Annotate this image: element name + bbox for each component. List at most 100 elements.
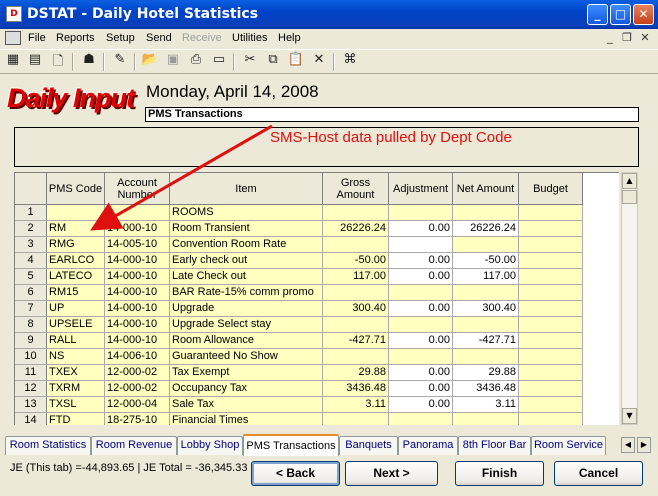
net-amount-cell[interactable]	[453, 349, 519, 365]
account-number-cell[interactable]: 12-000-02	[105, 381, 170, 397]
budget-cell[interactable]	[519, 317, 583, 333]
budget-cell[interactable]	[519, 333, 583, 349]
save-icon[interactable]: ▣	[163, 52, 183, 72]
adjustment-cell[interactable]	[389, 285, 453, 301]
cut-icon[interactable]: ✂	[240, 52, 260, 72]
item-cell[interactable]: Occupancy Tax	[170, 381, 323, 397]
account-number-cell[interactable]: 14-006-10	[105, 349, 170, 365]
adjustment-cell[interactable]: 0.00	[389, 269, 453, 285]
pms-code-cell[interactable]: EARLCO	[47, 253, 105, 269]
item-cell[interactable]: Room Transient	[170, 221, 323, 237]
item-cell[interactable]: Room Allowance	[170, 333, 323, 349]
net-amount-cell[interactable]: 3.11	[453, 397, 519, 413]
pms-code-cell[interactable]: LATECO	[47, 269, 105, 285]
gross-amount-cell[interactable]: 3.11	[323, 397, 389, 413]
document-icon[interactable]	[5, 31, 21, 45]
next-button[interactable]: Next >	[345, 461, 438, 486]
gross-amount-cell[interactable]: -427.71	[323, 333, 389, 349]
item-cell[interactable]: Upgrade	[170, 301, 323, 317]
adjustment-cell[interactable]: 0.00	[389, 397, 453, 413]
adjustment-cell[interactable]	[389, 349, 453, 365]
account-number-cell[interactable]: 12-000-02	[105, 365, 170, 381]
gross-amount-cell[interactable]: 117.00	[323, 269, 389, 285]
table-row[interactable]: 11 TXEX 12-000-02 Tax Exempt 29.88 0.00 29.88	[15, 365, 583, 381]
net-amount-cell[interactable]	[453, 205, 519, 221]
adjustment-cell[interactable]: 0.00	[389, 381, 453, 397]
highlight-icon[interactable]: ▭	[209, 52, 229, 72]
net-amount-cell[interactable]: -427.71	[453, 333, 519, 349]
menu-file[interactable]: File	[28, 32, 46, 44]
open-folder-icon[interactable]: 📂	[140, 52, 160, 72]
net-amount-cell[interactable]	[453, 285, 519, 301]
item-cell[interactable]: Early check out	[170, 253, 323, 269]
gross-amount-cell[interactable]	[323, 413, 389, 425]
pms-code-cell[interactable]: RALL	[47, 333, 105, 349]
scroll-up-icon[interactable]: ▲	[622, 173, 637, 189]
pms-code-cell[interactable]: RM	[47, 221, 105, 237]
table-view-icon[interactable]: ▤	[25, 52, 45, 72]
item-cell[interactable]: Financial Times	[170, 413, 323, 425]
menu-setup[interactable]: Setup	[106, 32, 135, 44]
tab-room-service[interactable]: Room Service	[531, 436, 606, 455]
pms-code-cell[interactable]: FTD	[47, 413, 105, 425]
item-cell[interactable]: BAR Rate-15% comm promo	[170, 285, 323, 301]
adjustment-cell[interactable]	[389, 237, 453, 253]
new-document-icon[interactable]: 🗋	[48, 52, 68, 72]
finish-button[interactable]: Finish	[455, 461, 544, 486]
table-row[interactable]: 8 UPSELE 14-000-10 Upgrade Select stay	[15, 317, 583, 333]
table-row[interactable]: 10 NS 14-006-10 Guaranteed No Show	[15, 349, 583, 365]
item-cell[interactable]: Late Check out	[170, 269, 323, 285]
table-row[interactable]: 12 TXRM 12-000-02 Occupancy Tax 3436.48 0.00 3…	[15, 381, 583, 397]
pms-code-cell[interactable]: TXEX	[47, 365, 105, 381]
hierarchy-icon[interactable]: ⌘	[340, 52, 360, 72]
table-row[interactable]: 2 RM 14-000-10 Room Transient 26226.24 0.00 26…	[15, 221, 583, 237]
table-row[interactable]: 6 RM15 14-000-10 BAR Rate-15% comm promo	[15, 285, 583, 301]
account-number-cell[interactable]: 12-000-04	[105, 397, 170, 413]
adjustment-cell[interactable]: 0.00	[389, 253, 453, 269]
adjustment-header[interactable]: Adjustment	[389, 173, 453, 205]
print-icon[interactable]: ⎙	[186, 52, 206, 72]
net-amount-header[interactable]: Net Amount	[453, 173, 519, 205]
budget-header[interactable]: Budget	[519, 173, 583, 205]
tab-scroll-right-icon[interactable]: ▶	[637, 437, 651, 453]
budget-cell[interactable]	[519, 221, 583, 237]
net-amount-cell[interactable]: 3436.48	[453, 381, 519, 397]
net-amount-cell[interactable]: 29.88	[453, 365, 519, 381]
gross-amount-cell[interactable]	[323, 349, 389, 365]
grid-corner-header[interactable]	[15, 173, 47, 205]
tab-8th-floor-bar[interactable]: 8th Floor Bar	[458, 436, 531, 455]
pms-code-cell[interactable]: TXRM	[47, 381, 105, 397]
adjustment-cell[interactable]	[389, 205, 453, 221]
tab-panorama[interactable]: Panorama	[398, 436, 458, 455]
menu-send[interactable]: Send	[146, 32, 172, 44]
maximize-button[interactable]: □	[610, 4, 631, 25]
menu-reports[interactable]: Reports	[56, 32, 95, 44]
account-number-cell[interactable]: 14-000-10	[105, 285, 170, 301]
item-cell[interactable]: Tax Exempt	[170, 365, 323, 381]
gross-amount-cell[interactable]	[323, 205, 389, 221]
gross-amount-cell[interactable]: 300.40	[323, 301, 389, 317]
tab-room-revenue[interactable]: Room Revenue	[91, 436, 177, 455]
cancel-button[interactable]: Cancel	[554, 461, 643, 486]
budget-cell[interactable]	[519, 285, 583, 301]
budget-cell[interactable]	[519, 397, 583, 413]
net-amount-cell[interactable]: -50.00	[453, 253, 519, 269]
table-row[interactable]: 1 ROOMS	[15, 205, 583, 221]
adjustment-cell[interactable]	[389, 413, 453, 425]
budget-cell[interactable]	[519, 269, 583, 285]
net-amount-cell[interactable]: 117.00	[453, 269, 519, 285]
table-row[interactable]: 13 TXSL 12-000-04 Sale Tax 3.11 0.00 3.11	[15, 397, 583, 413]
gross-amount-cell[interactable]: 29.88	[323, 365, 389, 381]
account-number-cell[interactable]	[105, 205, 170, 221]
gross-amount-cell[interactable]: 26226.24	[323, 221, 389, 237]
budget-cell[interactable]	[519, 253, 583, 269]
transactions-grid[interactable]: PMS Code Account Number Item Gross Amount Ad…	[14, 172, 619, 425]
pms-code-cell[interactable]: UP	[47, 301, 105, 317]
pms-code-cell[interactable]	[47, 205, 105, 221]
budget-cell[interactable]	[519, 301, 583, 317]
account-number-cell[interactable]: 14-000-10	[105, 221, 170, 237]
app-icon[interactable]: D	[6, 6, 22, 22]
users-icon[interactable]: ☗	[79, 52, 99, 72]
account-number-cell[interactable]: 14-000-10	[105, 269, 170, 285]
close-button[interactable]: ✕	[633, 4, 654, 25]
